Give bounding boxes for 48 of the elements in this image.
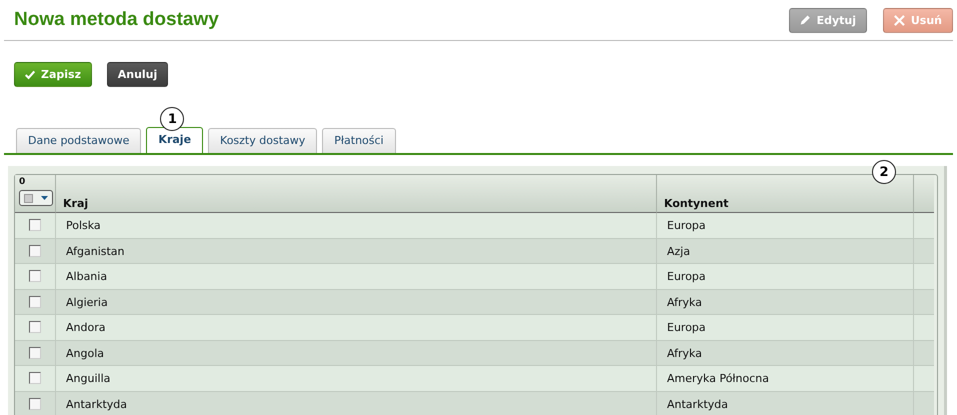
table-cell: Anguilla [56,366,657,392]
table-cell: Antarktyda [657,392,914,415]
pencil-icon [800,13,811,27]
table-cell: Albania [56,264,657,290]
table-cell: Polska [56,213,657,238]
checkmark-icon [25,68,35,80]
checkbox[interactable] [29,244,41,257]
table-cell [914,340,934,366]
callout-marker: 2 [872,160,896,184]
table-cell [914,315,934,340]
select-all-dropdown[interactable] [19,190,53,206]
close-icon [894,14,905,26]
selected-count: 0 [19,177,26,187]
table-cell [914,264,934,290]
table-cell: Afryka [657,340,914,366]
checkbox[interactable] [29,219,41,232]
checkbox[interactable] [29,270,41,282]
table-cell: Europa [657,213,914,238]
tab[interactable]: Koszty dostawy [208,128,318,153]
table-cell: Andora [56,315,657,340]
table-cell [914,366,934,392]
checkbox[interactable] [29,398,41,410]
cancel-button[interactable]: Anuluj [107,62,168,87]
table-cell: Angola [56,340,657,366]
table-cell: Azja [657,238,914,264]
checkbox[interactable] [29,321,41,334]
checkbox[interactable] [29,372,41,384]
tab[interactable]: Płatności [322,128,396,153]
table-cell [914,238,934,264]
table-cell: Afryka [657,290,914,315]
table-cell: Algieria [56,290,657,315]
caret-icon [41,196,48,200]
column-header: Kontynent [657,175,914,213]
page-title: Nowa metoda dostawy [14,9,219,31]
table-cell: Ameryka Północna [657,366,914,392]
checkbox[interactable] [29,346,41,359]
table-cell: Europa [657,264,914,290]
table-cell [914,290,934,315]
table-cell [914,213,934,238]
table-cell: Afganistan [56,238,657,264]
tab[interactable]: Kraje [146,127,204,153]
tab[interactable]: Dane podstawowe [16,128,142,153]
column-header [914,175,934,213]
checkbox[interactable] [29,296,41,308]
table-cell: Antarktyda [56,392,657,415]
table-cell: Europa [657,315,914,340]
column-header: Kraj [56,175,657,213]
callout-marker: 1 [160,107,184,131]
